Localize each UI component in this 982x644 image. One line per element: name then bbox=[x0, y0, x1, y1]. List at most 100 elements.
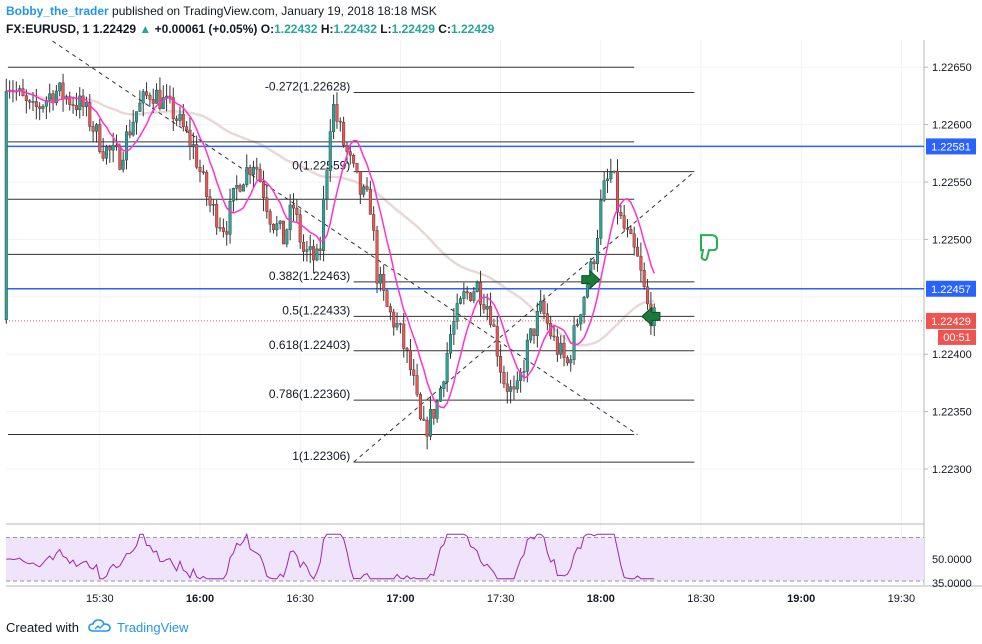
candle-body bbox=[275, 223, 279, 231]
candle-body bbox=[201, 171, 205, 173]
candle-body bbox=[61, 82, 65, 100]
candle-body bbox=[151, 99, 155, 104]
candle-body bbox=[482, 304, 486, 310]
candle-body bbox=[472, 291, 476, 301]
author-link[interactable]: Bobby_the_trader bbox=[6, 4, 109, 18]
ohlc-legend: FX:EURUSD, 1 1.22429 ▲ +0.00061 (+0.05%)… bbox=[6, 22, 494, 36]
candle-body bbox=[459, 298, 463, 304]
candle-body bbox=[479, 282, 483, 305]
candle-body bbox=[445, 353, 449, 383]
candle-body bbox=[408, 350, 412, 371]
candle-body bbox=[602, 180, 606, 201]
up-arrow-icon: ▲ bbox=[139, 22, 152, 36]
candle-body bbox=[505, 383, 509, 392]
tradingview-cloud-icon[interactable] bbox=[88, 618, 112, 634]
candle-body bbox=[565, 357, 569, 364]
candle-body bbox=[58, 82, 62, 92]
candle-body bbox=[452, 320, 456, 335]
candle-body bbox=[188, 129, 192, 147]
last-price-label: 1.22429 bbox=[931, 316, 971, 328]
candle-body bbox=[539, 300, 543, 312]
candle-body bbox=[332, 104, 336, 132]
candle-body bbox=[425, 420, 429, 437]
candle-body bbox=[405, 348, 409, 351]
candle-body bbox=[34, 101, 38, 108]
candle-body bbox=[622, 215, 626, 229]
candle-body bbox=[268, 211, 272, 225]
candle-body bbox=[175, 118, 179, 121]
fibonacci-retracement[interactable]: -0.618(1.22716)-0.272(1.22628)0(1.22559)… bbox=[8, 40, 695, 463]
chart-canvas[interactable]: -0.618(1.22716)-0.272(1.22628)0(1.22559)… bbox=[0, 40, 982, 608]
open-label: O: bbox=[260, 22, 275, 36]
trade-markers bbox=[581, 234, 718, 327]
candle-body bbox=[295, 207, 299, 215]
candle-body bbox=[265, 197, 269, 212]
candle-body bbox=[575, 323, 579, 326]
fib-level-label: 0.5(1.22433) bbox=[282, 303, 350, 317]
candle-body bbox=[225, 231, 229, 235]
close-value: 1.22429 bbox=[450, 22, 495, 36]
rsi-band bbox=[6, 537, 924, 581]
candle-body bbox=[48, 93, 52, 101]
footer: Created with TradingView bbox=[0, 608, 982, 644]
candle-body bbox=[94, 124, 98, 132]
candle-body bbox=[195, 144, 199, 168]
candle-body bbox=[24, 95, 28, 101]
candle-body bbox=[278, 220, 282, 224]
candle-body bbox=[198, 167, 202, 172]
time-tick-label: 16:00 bbox=[186, 593, 214, 605]
candle-body bbox=[469, 292, 473, 301]
tradingview-brand[interactable]: TradingView bbox=[117, 620, 189, 635]
candle-body bbox=[108, 146, 112, 151]
candle-body bbox=[31, 101, 35, 103]
rsi-mid-label: 50.0000 bbox=[932, 554, 972, 566]
time-tick-label: 19:30 bbox=[888, 593, 916, 605]
candle-body bbox=[382, 274, 386, 291]
candle-body bbox=[492, 324, 496, 327]
candle-body bbox=[218, 227, 222, 229]
candle-body bbox=[372, 214, 376, 231]
candle-body bbox=[348, 151, 352, 156]
time-tick-label: 15:30 bbox=[86, 593, 114, 605]
candle-body bbox=[525, 339, 529, 372]
time-axis[interactable]: 15:30 16:00 16:30 17:00 17:30 18:00 18:30 19:00… bbox=[86, 593, 915, 605]
price-tick-label: 1.22400 bbox=[932, 349, 972, 361]
candle-body bbox=[365, 186, 369, 190]
thumbs-down-icon bbox=[700, 234, 718, 261]
price-tick-label: 1.22550 bbox=[932, 177, 972, 189]
candle-body bbox=[308, 246, 312, 250]
candle-body bbox=[221, 227, 225, 232]
candle-body bbox=[178, 113, 182, 121]
price-tick-label: 1.22500 bbox=[932, 234, 972, 246]
candle-body bbox=[335, 104, 339, 122]
candle-body bbox=[368, 189, 372, 215]
candle-body bbox=[158, 89, 162, 109]
down-trend-line bbox=[50, 40, 638, 435]
candle-body bbox=[121, 159, 125, 170]
candle-body bbox=[378, 274, 382, 284]
candle-body bbox=[639, 255, 643, 271]
candle-body bbox=[4, 91, 8, 320]
candle-body bbox=[155, 89, 159, 104]
candle-body bbox=[555, 336, 559, 355]
price-axis[interactable]: 1.225811.224571.227001.226501.226001.225… bbox=[924, 40, 976, 590]
candle-body bbox=[165, 95, 169, 98]
candle-body bbox=[629, 229, 633, 234]
candle-body bbox=[646, 286, 650, 305]
symbol-label[interactable]: FX:EURUSD, 1 bbox=[6, 22, 89, 36]
candle-body bbox=[185, 126, 189, 131]
candle-body bbox=[428, 409, 432, 437]
level-price-label: 1.22581 bbox=[931, 141, 971, 153]
candle-body bbox=[285, 229, 289, 245]
last-value: 1.22429 bbox=[92, 22, 137, 36]
candle-body bbox=[422, 418, 426, 421]
candle-body bbox=[388, 306, 392, 313]
candle-body bbox=[81, 95, 85, 107]
candle-body bbox=[245, 167, 249, 185]
candle-body bbox=[552, 335, 556, 338]
high-label: H: bbox=[320, 22, 334, 36]
published-text: published on TradingView.com, January 19… bbox=[112, 4, 437, 18]
price-tick-label: 1.22300 bbox=[932, 464, 972, 476]
candle-body bbox=[315, 248, 319, 261]
candle-body bbox=[338, 120, 342, 123]
